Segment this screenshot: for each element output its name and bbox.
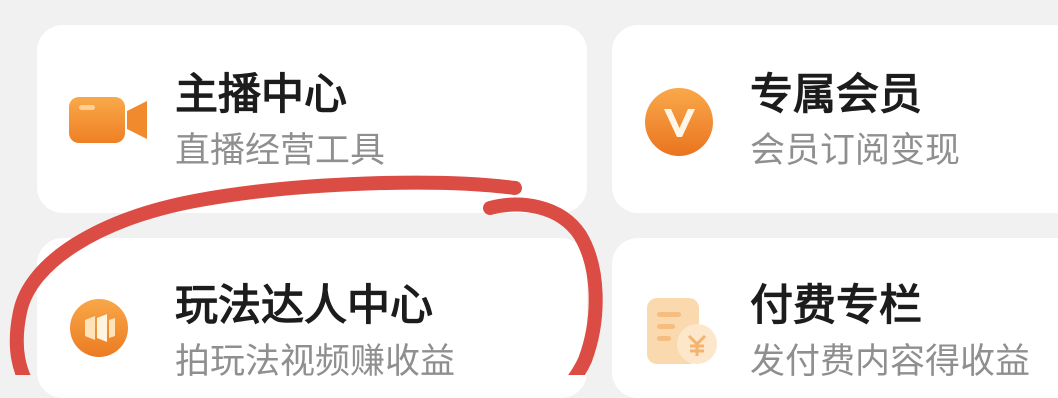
exclusive-member-card[interactable]: 专属会员 会员订阅变现 [612,25,1058,213]
card-title: 主播中心 [175,70,347,120]
card-title: 付费专栏 [750,281,922,331]
game-expert-center-card[interactable]: 玩法达人中心 拍玩法视频赚收益 [37,238,587,398]
anchor-center-card[interactable]: 主播中心 直播经营工具 [37,25,587,213]
card-subtitle: 会员订阅变现 [750,131,961,171]
card-title: 专属会员 [750,70,922,120]
paid-column-card[interactable]: 付费专栏 发付费内容得收益 [612,238,1058,398]
card-title: 玩法达人中心 [175,281,433,331]
vip-v-icon [645,88,713,156]
paid-column-icon [647,298,717,364]
card-subtitle: 直播经营工具 [175,131,386,171]
video-camera-icon [69,97,147,143]
game-expert-icon [70,299,128,357]
